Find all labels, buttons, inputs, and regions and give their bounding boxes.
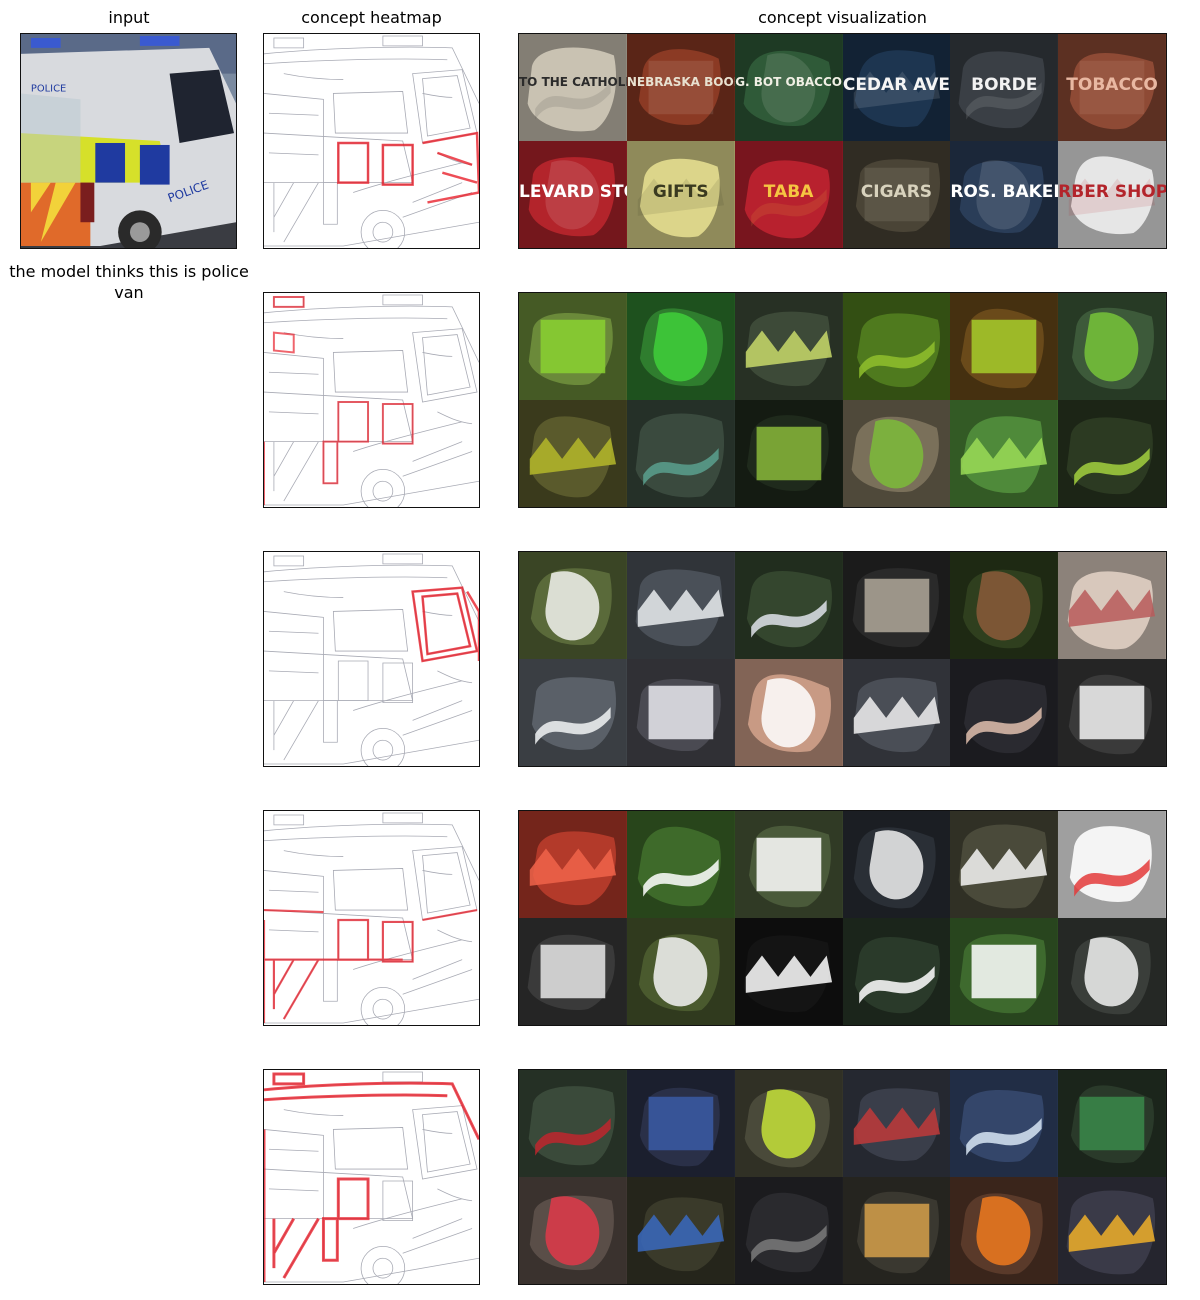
concept-tile <box>734 811 843 918</box>
concept-tile <box>842 293 951 400</box>
concept-tile <box>1058 293 1166 400</box>
model-prediction-caption: the model thinks this is police van <box>9 262 249 302</box>
concept-tile <box>734 293 843 400</box>
concept-tile-text: RBER SHOP <box>1058 181 1166 202</box>
concept-tile-text: ROS. BAKERY <box>950 181 1058 202</box>
concept-tile <box>950 811 1059 918</box>
concept-tile <box>1058 918 1166 1025</box>
concept-tile <box>842 659 951 766</box>
concept-tile <box>1058 811 1166 918</box>
concept-tile-text: CIGARS <box>860 181 933 202</box>
concept-tile: CIGARS <box>842 141 951 248</box>
concept-tile <box>1058 1177 1166 1284</box>
concept-tile-text: CEDAR AVE <box>842 74 950 95</box>
concept-visualization-2 <box>518 292 1167 508</box>
input-image: POLICE POLICE <box>20 33 237 249</box>
concept-tile-text: NEBRASKA BOOKSTORE <box>626 74 735 89</box>
concept-tile: NEBRASKA BOOKSTORE <box>626 34 735 141</box>
concept-tile <box>842 918 951 1025</box>
concept-tile <box>842 1070 951 1177</box>
concept-tile-text: TABA <box>763 181 814 202</box>
concept-visualization-3 <box>518 551 1167 767</box>
concept-tile <box>842 552 951 659</box>
concept-tile <box>734 918 843 1025</box>
concept-heatmap-1 <box>263 33 480 249</box>
concept-visualization-header: concept visualization <box>758 8 927 27</box>
concept-tile <box>734 1177 843 1284</box>
concept-tile <box>519 293 627 400</box>
concept-tile: TO THE CATHOLIC <box>519 34 627 141</box>
concept-tile <box>519 1070 627 1177</box>
concept-tile <box>519 1177 627 1284</box>
concept-tile <box>734 1070 843 1177</box>
concept-tile-text: BORDE <box>971 74 1038 95</box>
concept-tile: GIFTS <box>626 141 735 248</box>
concept-tile: BORDE <box>950 34 1059 141</box>
concept-tile <box>842 811 951 918</box>
concept-tile-text: G. BOT OBACCO <box>735 74 842 89</box>
concept-visualization-1: TO THE CATHOLICNEBRASKA BOOKSTOREG. BOT … <box>518 33 1167 249</box>
concept-heatmap-header: concept heatmap <box>301 8 442 27</box>
concept-tile <box>626 1177 735 1284</box>
concept-tile <box>950 1070 1059 1177</box>
concept-tile <box>950 400 1059 507</box>
concept-tile <box>626 659 735 766</box>
concept-tile-text: TOBACCO <box>1066 74 1158 95</box>
input-header: input <box>108 8 150 27</box>
concept-tile <box>950 293 1059 400</box>
concept-tile <box>950 552 1059 659</box>
concept-tile-text: TO THE CATHOLIC <box>519 74 627 89</box>
input-police-text: POLICE <box>31 83 66 94</box>
concept-tile <box>626 1070 735 1177</box>
concept-tile <box>519 552 627 659</box>
concept-tile: ROS. BAKERY <box>950 141 1059 248</box>
concept-tile <box>519 400 627 507</box>
concept-tile <box>734 400 843 507</box>
concept-tile: G. BOT OBACCO <box>734 34 843 141</box>
concept-visualization-4 <box>518 810 1167 1026</box>
concept-visualization-5 <box>518 1069 1167 1285</box>
concept-tile <box>519 659 627 766</box>
concept-tile: RBER SHOP <box>1058 141 1166 248</box>
concept-tile <box>626 293 735 400</box>
concept-tile: TOBACCO <box>1058 34 1166 141</box>
concept-tile <box>950 1177 1059 1284</box>
concept-tile <box>1058 400 1166 507</box>
concept-tile <box>1058 552 1166 659</box>
concept-tile <box>519 811 627 918</box>
concept-heatmap-3 <box>263 551 480 767</box>
concept-tile <box>626 552 735 659</box>
concept-tile: TABA <box>734 141 843 248</box>
concept-tile <box>626 400 735 507</box>
concept-tile <box>1058 1070 1166 1177</box>
concept-tile <box>734 552 843 659</box>
concept-tile <box>734 659 843 766</box>
concept-heatmap-2 <box>263 292 480 508</box>
concept-tile-text: GIFTS <box>652 181 709 202</box>
concept-tile <box>626 811 735 918</box>
concept-tile <box>842 400 951 507</box>
concept-heatmap-5 <box>263 1069 480 1285</box>
concept-tile <box>519 918 627 1025</box>
concept-heatmap-4 <box>263 810 480 1026</box>
concept-tile <box>950 918 1059 1025</box>
concept-tile-text: LEVARD STOP <box>519 181 627 202</box>
concept-tile <box>1058 659 1166 766</box>
concept-tile <box>950 659 1059 766</box>
concept-tile: CEDAR AVE <box>842 34 951 141</box>
concept-tile: LEVARD STOP <box>519 141 627 248</box>
concept-tile <box>842 1177 951 1284</box>
concept-tile <box>626 918 735 1025</box>
